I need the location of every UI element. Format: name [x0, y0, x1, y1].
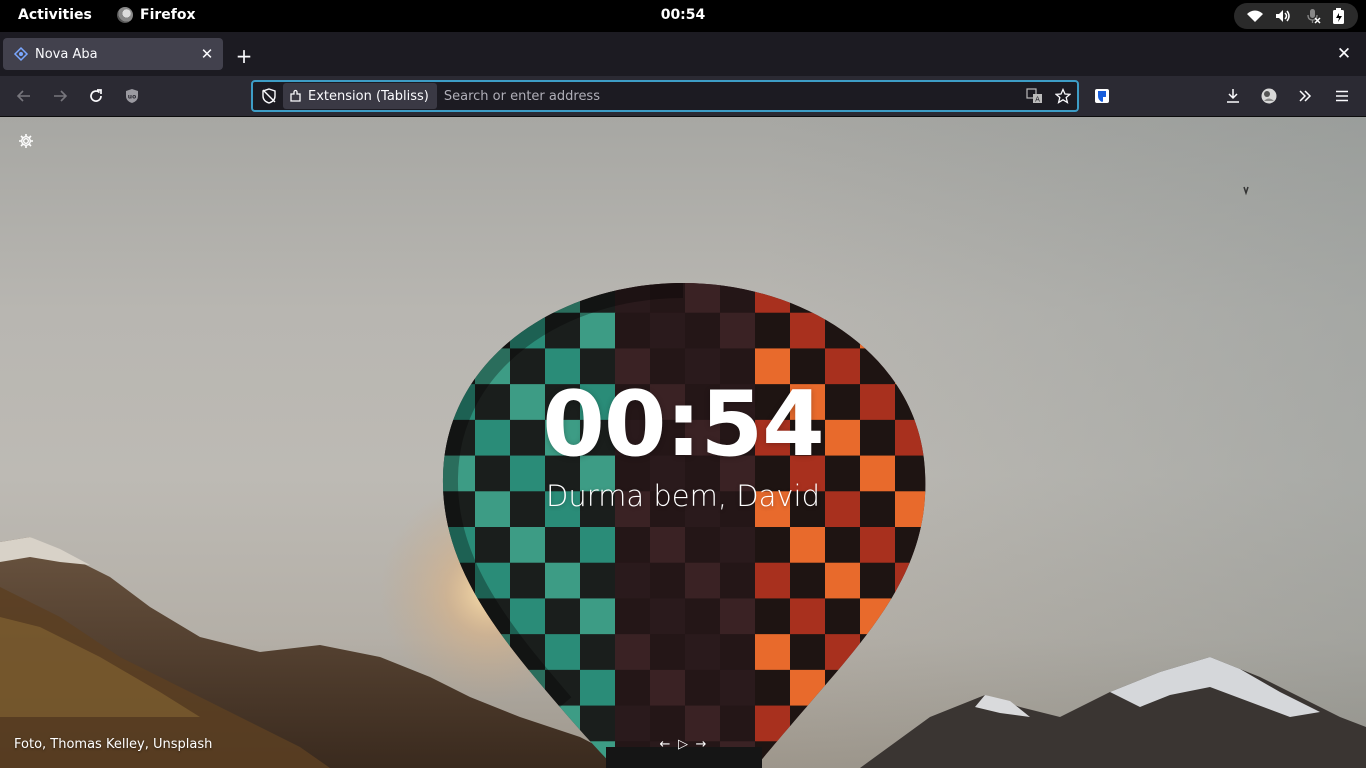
downloads-button[interactable] — [1221, 84, 1245, 108]
settings-gear-icon[interactable] — [16, 131, 36, 151]
tracking-protection-button[interactable] — [255, 82, 283, 110]
nav-bar: uo Extension (Tabliss) A — [0, 76, 1366, 117]
activities-button[interactable]: Activities — [18, 7, 92, 23]
menu-button[interactable] — [1330, 84, 1354, 108]
tab-nova-aba[interactable]: Nova Aba ✕ — [3, 38, 223, 70]
back-button[interactable] — [12, 84, 36, 108]
url-bar[interactable]: Extension (Tabliss) A — [251, 80, 1079, 112]
forward-button[interactable] — [48, 84, 72, 108]
battery-icon — [1332, 8, 1346, 24]
star-icon — [1055, 88, 1071, 104]
address-input[interactable] — [436, 83, 1021, 109]
bookmark-star-button[interactable] — [1049, 82, 1077, 110]
bitwarden-icon — [1095, 89, 1109, 103]
app-menu[interactable]: Firefox — [117, 7, 196, 23]
play-icon[interactable]: ▷ — [676, 737, 690, 752]
tab-title: Nova Aba — [35, 46, 98, 62]
system-top-bar: Activities Firefox 00:54 — [0, 0, 1366, 32]
arrow-right-icon[interactable]: → — [694, 737, 708, 752]
tab-close-icon[interactable]: ✕ — [195, 42, 219, 66]
overflow-button[interactable] — [1293, 84, 1317, 108]
reload-button[interactable] — [84, 84, 108, 108]
bitwarden-button[interactable] — [1090, 84, 1114, 108]
hamburger-icon — [1336, 90, 1348, 102]
avatar-icon — [1261, 88, 1277, 104]
shield-icon — [262, 88, 276, 104]
translate-icon: A — [1026, 88, 1042, 104]
volume-icon — [1275, 9, 1293, 23]
system-tray[interactable] — [1234, 3, 1358, 29]
account-button[interactable] — [1257, 84, 1281, 108]
svg-text:uo: uo — [128, 94, 136, 101]
mic-muted-icon — [1305, 8, 1321, 24]
tabliss-clock: 00:54 — [542, 372, 824, 477]
reload-icon — [90, 89, 102, 102]
wifi-icon — [1246, 9, 1264, 23]
ublock-button[interactable]: uo — [120, 84, 144, 108]
photo-credit[interactable]: Foto, Thomas Kelley, Unsplash — [14, 737, 212, 752]
arrow-left-icon[interactable]: ← — [658, 737, 672, 752]
new-tab-button[interactable]: + — [232, 44, 256, 68]
chevron-double-right-icon — [1299, 90, 1312, 102]
firefox-icon — [117, 7, 133, 23]
ublock-icon: uo — [126, 89, 138, 103]
system-clock[interactable]: 00:54 — [661, 7, 706, 23]
app-name: Firefox — [140, 7, 196, 23]
extension-icon — [290, 89, 301, 102]
background-nav: ← ▷ → — [658, 737, 708, 752]
download-icon — [1227, 89, 1239, 103]
arrow-left-icon — [16, 90, 30, 102]
tabliss-icon — [13, 46, 29, 62]
tab-strip: Nova Aba ✕ + ✕ — [0, 32, 1366, 76]
arrow-right-icon — [54, 90, 68, 102]
new-tab-page: 00:54 Durma bem, David Foto, Thomas Kell… — [0, 117, 1366, 768]
identity-box[interactable]: Extension (Tabliss) — [283, 83, 437, 109]
svg-text:A: A — [1035, 96, 1040, 104]
tabliss-greeting: Durma bem, David — [545, 479, 821, 513]
window-close-button[interactable]: ✕ — [1334, 44, 1354, 64]
identity-label: Extension (Tabliss) — [308, 88, 429, 104]
translate-button[interactable]: A — [1021, 82, 1049, 110]
